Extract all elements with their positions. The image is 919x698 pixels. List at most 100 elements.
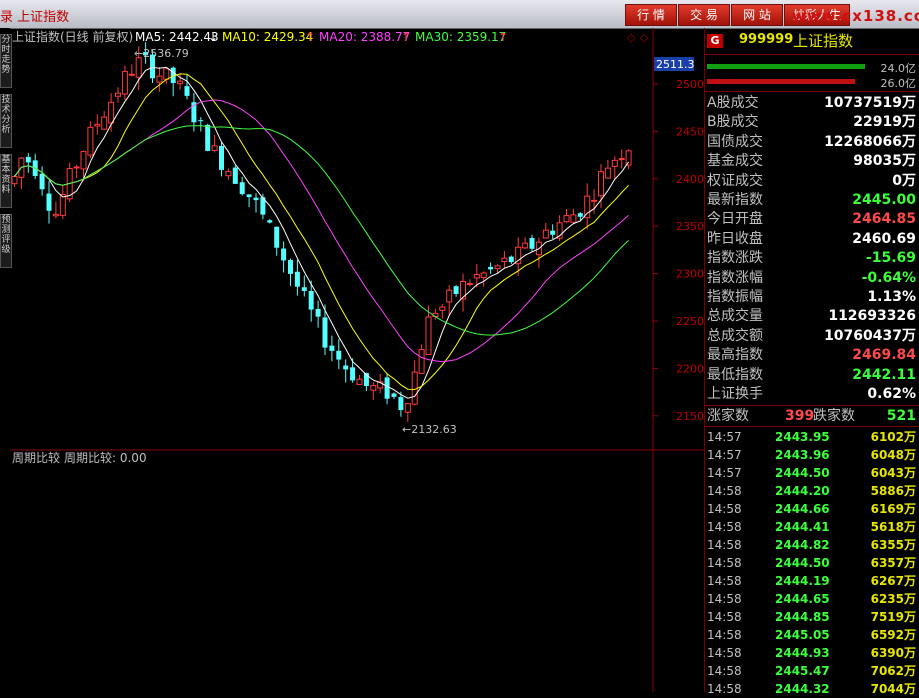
tick-price: 2445.47 — [775, 664, 830, 678]
quote-row: 今日开盘 2464.85 — [707, 210, 916, 229]
candle-body — [625, 150, 632, 166]
candle-body — [274, 226, 280, 248]
tick-price: 2444.32 — [775, 682, 830, 696]
breadth-row: 涨家数 399 跌家数 521 — [707, 407, 916, 426]
candle-body — [356, 378, 363, 385]
ma20-label: MA20: 2388.77 — [319, 30, 410, 44]
candle-body — [522, 242, 529, 249]
y-tick-label: 2500 — [676, 78, 704, 91]
candle-body — [184, 86, 190, 96]
candle-body — [11, 176, 18, 185]
quote-row-value: 10737519万 — [824, 95, 916, 111]
candle-body — [94, 123, 101, 127]
candle-body — [591, 199, 598, 202]
window-title: 录 上证指数 — [0, 10, 70, 25]
tick-price: 2444.93 — [775, 646, 830, 660]
chart-title: 上证指数(日线 前复权) — [12, 29, 133, 44]
tick-price: 2444.85 — [775, 610, 830, 624]
candle-body — [121, 71, 128, 95]
quote-row-value: 0万 — [892, 172, 916, 189]
advancers-count: 399 — [785, 408, 815, 424]
quote-row: 指数振幅 1.13% — [707, 288, 916, 307]
candle-body — [425, 316, 432, 356]
quote-row: 昨日收盘 2460.69 — [707, 230, 916, 249]
quote-row: 最新指数 2445.00 — [707, 191, 916, 210]
tab-website[interactable]: 网 站 — [731, 4, 783, 26]
tick-time: 14:57 — [707, 466, 742, 480]
tick-price: 2444.66 — [775, 502, 830, 516]
tick-time: 14:57 — [707, 430, 742, 444]
candle-body — [301, 287, 307, 291]
quote-row-value: 2469.84 — [852, 347, 916, 364]
candle-body — [46, 193, 52, 211]
quote-row-value: 98035万 — [853, 153, 916, 170]
quote-row-value: 2442.11 — [852, 366, 916, 383]
y-tick-label: 2200 — [676, 362, 704, 375]
tick-volume: 6235万 — [870, 592, 916, 606]
quote-row: A股成交 10737519万 — [707, 94, 916, 113]
candle-body — [198, 120, 204, 122]
tab-trade[interactable]: 交 易 — [678, 4, 730, 26]
candle-body — [115, 92, 121, 97]
ma30-arrow: ↑ — [498, 30, 508, 44]
tick-price: 2444.20 — [775, 484, 830, 498]
candle-body — [315, 308, 321, 317]
up-amount: 24.0亿 — [880, 62, 917, 75]
tick-time: 14:58 — [707, 520, 742, 534]
diamond-icon[interactable]: ◇ — [627, 31, 636, 44]
tick-time: 14:58 — [707, 484, 742, 498]
candle-body — [350, 367, 356, 381]
high-marker: ←2536.79 — [134, 47, 189, 60]
tick-volume: 6390万 — [870, 646, 916, 660]
tick-time: 14:58 — [707, 646, 742, 660]
tick-time: 14:58 — [707, 538, 742, 552]
y-axis: 2500 2450 2400 2350 2300 2250 2200 2150 — [653, 78, 704, 423]
quote-row: 最高指数 2469.84 — [707, 346, 916, 365]
candle-body — [488, 266, 494, 270]
candle-body — [288, 260, 293, 274]
quote-row-label: 最高指数 — [707, 347, 763, 364]
y-tick-label: 2150 — [676, 410, 704, 423]
tick-volume: 5886万 — [870, 484, 916, 498]
candle-body — [404, 403, 411, 413]
tab-quotes[interactable]: 行 情 — [625, 4, 677, 26]
candle-body — [135, 57, 142, 78]
quote-row-label: 今日开盘 — [707, 211, 763, 228]
quote-row: 基金成交 98035万 — [707, 152, 916, 171]
tick-volume: 6102万 — [870, 430, 916, 444]
quote-row-value: 112693326 — [828, 308, 916, 325]
candle-body — [281, 248, 287, 261]
candle-body — [618, 158, 625, 161]
tick-time: 14:58 — [707, 610, 742, 624]
tick-volume: 5618万 — [870, 520, 916, 534]
quote-row: 指数涨跌 -15.69 — [707, 249, 916, 268]
diamond-icon-2[interactable]: ◇ — [640, 31, 649, 44]
tick-volume: 7519万 — [870, 610, 916, 624]
tick-volume: 7044万 — [870, 682, 916, 696]
candle-body — [163, 68, 170, 80]
candle-body — [52, 213, 59, 217]
kline-chart[interactable]: 上证指数(日线 前复权) MA5: 2442.43 ↓ MA10: 2429.3… — [10, 28, 704, 692]
tick-row: 14:58 2444.32 7044万 — [707, 680, 916, 698]
quote-row-label: 总成交额 — [707, 327, 763, 344]
tick-volume: 6048万 — [870, 448, 916, 462]
candle-body — [501, 257, 508, 263]
candle-body — [604, 167, 611, 179]
tick-row: 14:58 2444.66 6169万 — [707, 500, 916, 518]
candle-body — [156, 75, 163, 83]
tick-volume: 7062万 — [870, 664, 916, 678]
tick-volume: 6169万 — [870, 502, 916, 516]
tick-row: 14:58 2445.05 6592万 — [707, 626, 916, 644]
candle-body — [570, 214, 577, 223]
tick-row: 14:58 2444.65 6235万 — [707, 590, 916, 608]
candle-body — [418, 349, 425, 374]
tick-time: 14:58 — [707, 592, 742, 606]
candle-body — [480, 272, 487, 278]
ma5-label: MA5: 2442.43 — [135, 30, 219, 44]
ma10-arrow: ↑ — [305, 30, 315, 44]
tick-price: 2444.50 — [775, 466, 830, 480]
tick-price: 2444.41 — [775, 520, 830, 534]
candle-body — [391, 393, 397, 397]
ma5-arrow: ↓ — [208, 30, 218, 44]
candle-body — [253, 197, 259, 201]
